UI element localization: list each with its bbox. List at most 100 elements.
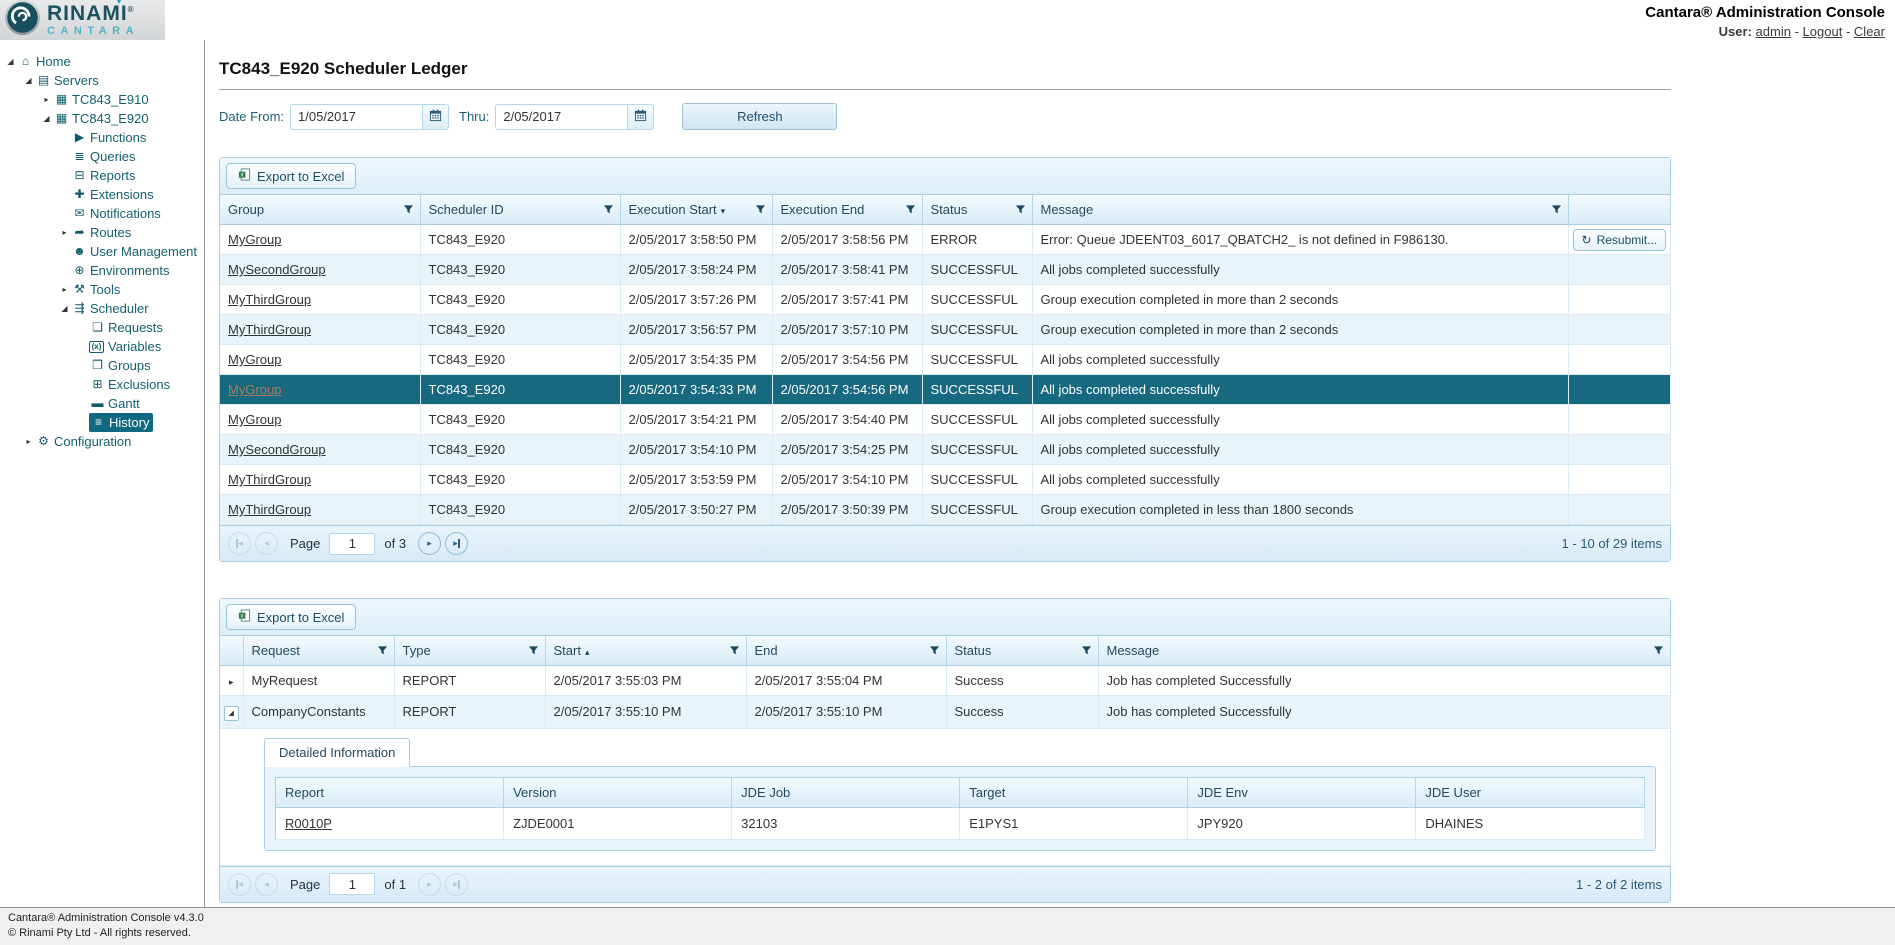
next-page-button[interactable]: ▸ xyxy=(418,532,441,555)
expand-row-icon[interactable]: ▸ xyxy=(229,677,234,687)
table-row[interactable]: MyThirdGroupTC843_E9202/05/2017 3:50:27 … xyxy=(220,495,1670,525)
column-header-request[interactable]: Request xyxy=(243,636,394,666)
logout-link[interactable]: Logout xyxy=(1803,24,1843,39)
column-header-type[interactable]: Type xyxy=(394,636,545,666)
sidebar-item-history[interactable]: ≡History xyxy=(0,413,204,432)
resubmit-button[interactable]: ↻Resubmit... xyxy=(1573,229,1666,251)
tree-expander-collapsed-icon[interactable]: ▸ xyxy=(22,432,35,451)
sidebar-item-environments[interactable]: ⊕Environments xyxy=(0,261,204,280)
thru-calendar-button[interactable] xyxy=(627,104,654,130)
group-link[interactable]: MyGroup xyxy=(228,382,281,397)
filter-icon[interactable] xyxy=(1081,644,1092,659)
sidebar-item-exclusions[interactable]: ⊞Exclusions xyxy=(0,375,204,394)
filter-icon[interactable] xyxy=(1653,644,1664,659)
sidebar-item-gantt[interactable]: ▬Gantt xyxy=(0,394,204,413)
table-row[interactable]: MyThirdGroupTC843_E9202/05/2017 3:53:59 … xyxy=(220,465,1670,495)
sidebar-item-tc843-e910[interactable]: ▸▦TC843_E910 xyxy=(0,90,204,109)
sidebar-item-routes[interactable]: ▸➦Routes xyxy=(0,223,204,242)
collapse-row-icon[interactable]: ◢ xyxy=(224,706,239,721)
group-link[interactable]: MyThirdGroup xyxy=(228,292,311,307)
column-header-status[interactable]: Status xyxy=(946,636,1098,666)
filter-icon[interactable] xyxy=(528,644,539,659)
table-row[interactable]: MySecondGroupTC843_E9202/05/2017 3:58:24… xyxy=(220,255,1670,285)
rinami-cantara-logo[interactable]: RINAMI® ▼ CANTARA xyxy=(0,0,165,40)
group-link[interactable]: MyThirdGroup xyxy=(228,472,311,487)
filter-icon[interactable] xyxy=(1015,203,1026,218)
column-header-scheduler-id[interactable]: Scheduler ID xyxy=(420,195,620,225)
export-to-excel-button[interactable]: x Export to Excel xyxy=(226,604,356,630)
table-row[interactable]: ▸MyRequestREPORT2/05/2017 3:55:03 PM2/05… xyxy=(220,666,1670,696)
sidebar-item-reports[interactable]: ⊟Reports xyxy=(0,166,204,185)
tree-expander-expanded-icon[interactable]: ◢ xyxy=(58,299,71,318)
tree-expander-expanded-icon[interactable]: ◢ xyxy=(22,71,35,90)
sidebar-item-extensions[interactable]: ✚Extensions xyxy=(0,185,204,204)
column-header-execution-start[interactable]: Execution Start▾ xyxy=(620,195,772,225)
column-header-label: Execution End xyxy=(781,202,865,217)
report-link[interactable]: R0010P xyxy=(285,816,332,831)
sidebar-item-variables[interactable]: (x)Variables xyxy=(0,337,204,356)
user-name-link[interactable]: admin xyxy=(1756,24,1791,39)
sidebar-item-requests[interactable]: ❏Requests xyxy=(0,318,204,337)
table-row[interactable]: MyThirdGroupTC843_E9202/05/2017 3:57:26 … xyxy=(220,285,1670,315)
date-from-calendar-button[interactable] xyxy=(422,104,449,130)
tree-expander-expanded-icon[interactable]: ◢ xyxy=(4,52,17,71)
tree-expander-collapsed-icon[interactable]: ▸ xyxy=(58,223,71,242)
page-number-input[interactable] xyxy=(329,533,375,555)
group-link[interactable]: MySecondGroup xyxy=(228,442,326,457)
group-link[interactable]: MyGroup xyxy=(228,412,281,427)
table-row[interactable]: MySecondGroupTC843_E9202/05/2017 3:54:10… xyxy=(220,435,1670,465)
refresh-button[interactable]: Refresh xyxy=(682,103,837,130)
page-number-input[interactable] xyxy=(329,873,375,895)
table-row[interactable]: MyGroupTC843_E9202/05/2017 3:58:50 PM2/0… xyxy=(220,225,1670,255)
cell-expand: ▸ xyxy=(220,666,243,696)
sidebar-item-user-management[interactable]: ☻User Management xyxy=(0,242,204,261)
tree-expander-collapsed-icon[interactable]: ▸ xyxy=(40,90,53,109)
group-link[interactable]: MyGroup xyxy=(228,352,281,367)
cell-type: REPORT xyxy=(394,696,545,729)
filter-icon[interactable] xyxy=(729,644,740,659)
filter-icon[interactable] xyxy=(377,644,388,659)
table-row[interactable]: MyGroupTC843_E9202/05/2017 3:54:21 PM2/0… xyxy=(220,405,1670,435)
column-header-status[interactable]: Status xyxy=(922,195,1032,225)
table-row[interactable]: MyThirdGroupTC843_E9202/05/2017 3:56:57 … xyxy=(220,315,1670,345)
clear-link[interactable]: Clear xyxy=(1854,24,1885,39)
group-link[interactable]: MyThirdGroup xyxy=(228,502,311,517)
column-header-start[interactable]: Start▴ xyxy=(545,636,746,666)
filter-icon[interactable] xyxy=(403,203,414,218)
column-header-end[interactable]: End xyxy=(746,636,946,666)
sidebar-item-servers[interactable]: ◢▤Servers xyxy=(0,71,204,90)
sidebar-item-scheduler[interactable]: ◢⇶Scheduler xyxy=(0,299,204,318)
column-header-message[interactable]: Message xyxy=(1098,636,1670,666)
sidebar-item-functions[interactable]: ▶Functions xyxy=(0,128,204,147)
history-icon: ≡ xyxy=(90,413,107,432)
filter-icon[interactable] xyxy=(755,203,766,218)
date-from-input[interactable] xyxy=(290,104,422,130)
filter-icon[interactable] xyxy=(1551,203,1562,218)
sidebar-item-tools[interactable]: ▸⚒Tools xyxy=(0,280,204,299)
column-header-message[interactable]: Message xyxy=(1032,195,1568,225)
sidebar-item-groups[interactable]: ❐Groups xyxy=(0,356,204,375)
thru-input[interactable] xyxy=(495,104,627,130)
group-link[interactable]: MyGroup xyxy=(228,232,281,247)
sidebar-item-configuration[interactable]: ▸⚙Configuration xyxy=(0,432,204,451)
group-link[interactable]: MyThirdGroup xyxy=(228,322,311,337)
column-header-group[interactable]: Group xyxy=(220,195,420,225)
sidebar-item-home[interactable]: ◢⌂Home xyxy=(0,52,204,71)
export-to-excel-button[interactable]: x Export to Excel xyxy=(226,163,356,189)
group-link[interactable]: MySecondGroup xyxy=(228,262,326,277)
filter-icon[interactable] xyxy=(603,203,614,218)
sidebar-item-tc843-e920[interactable]: ◢▦TC843_E920 xyxy=(0,109,204,128)
filter-icon[interactable] xyxy=(929,644,940,659)
sidebar-item-queries[interactable]: ≣Queries xyxy=(0,147,204,166)
tree-expander-collapsed-icon[interactable]: ▸ xyxy=(58,280,71,299)
column-header-label: Message xyxy=(1041,202,1094,217)
last-page-button[interactable]: ▸ xyxy=(445,532,468,555)
tab-detailed-information[interactable]: Detailed Information xyxy=(264,738,410,767)
table-row[interactable]: MyGroupTC843_E9202/05/2017 3:54:35 PM2/0… xyxy=(220,345,1670,375)
sidebar-item-notifications[interactable]: ✉Notifications xyxy=(0,204,204,223)
column-header-execution-end[interactable]: Execution End xyxy=(772,195,922,225)
filter-icon[interactable] xyxy=(905,203,916,218)
table-row[interactable]: MyGroupTC843_E9202/05/2017 3:54:33 PM2/0… xyxy=(220,375,1670,405)
table-row[interactable]: ◢CompanyConstantsREPORT2/05/2017 3:55:10… xyxy=(220,696,1670,729)
tree-expander-expanded-icon[interactable]: ◢ xyxy=(40,109,53,128)
